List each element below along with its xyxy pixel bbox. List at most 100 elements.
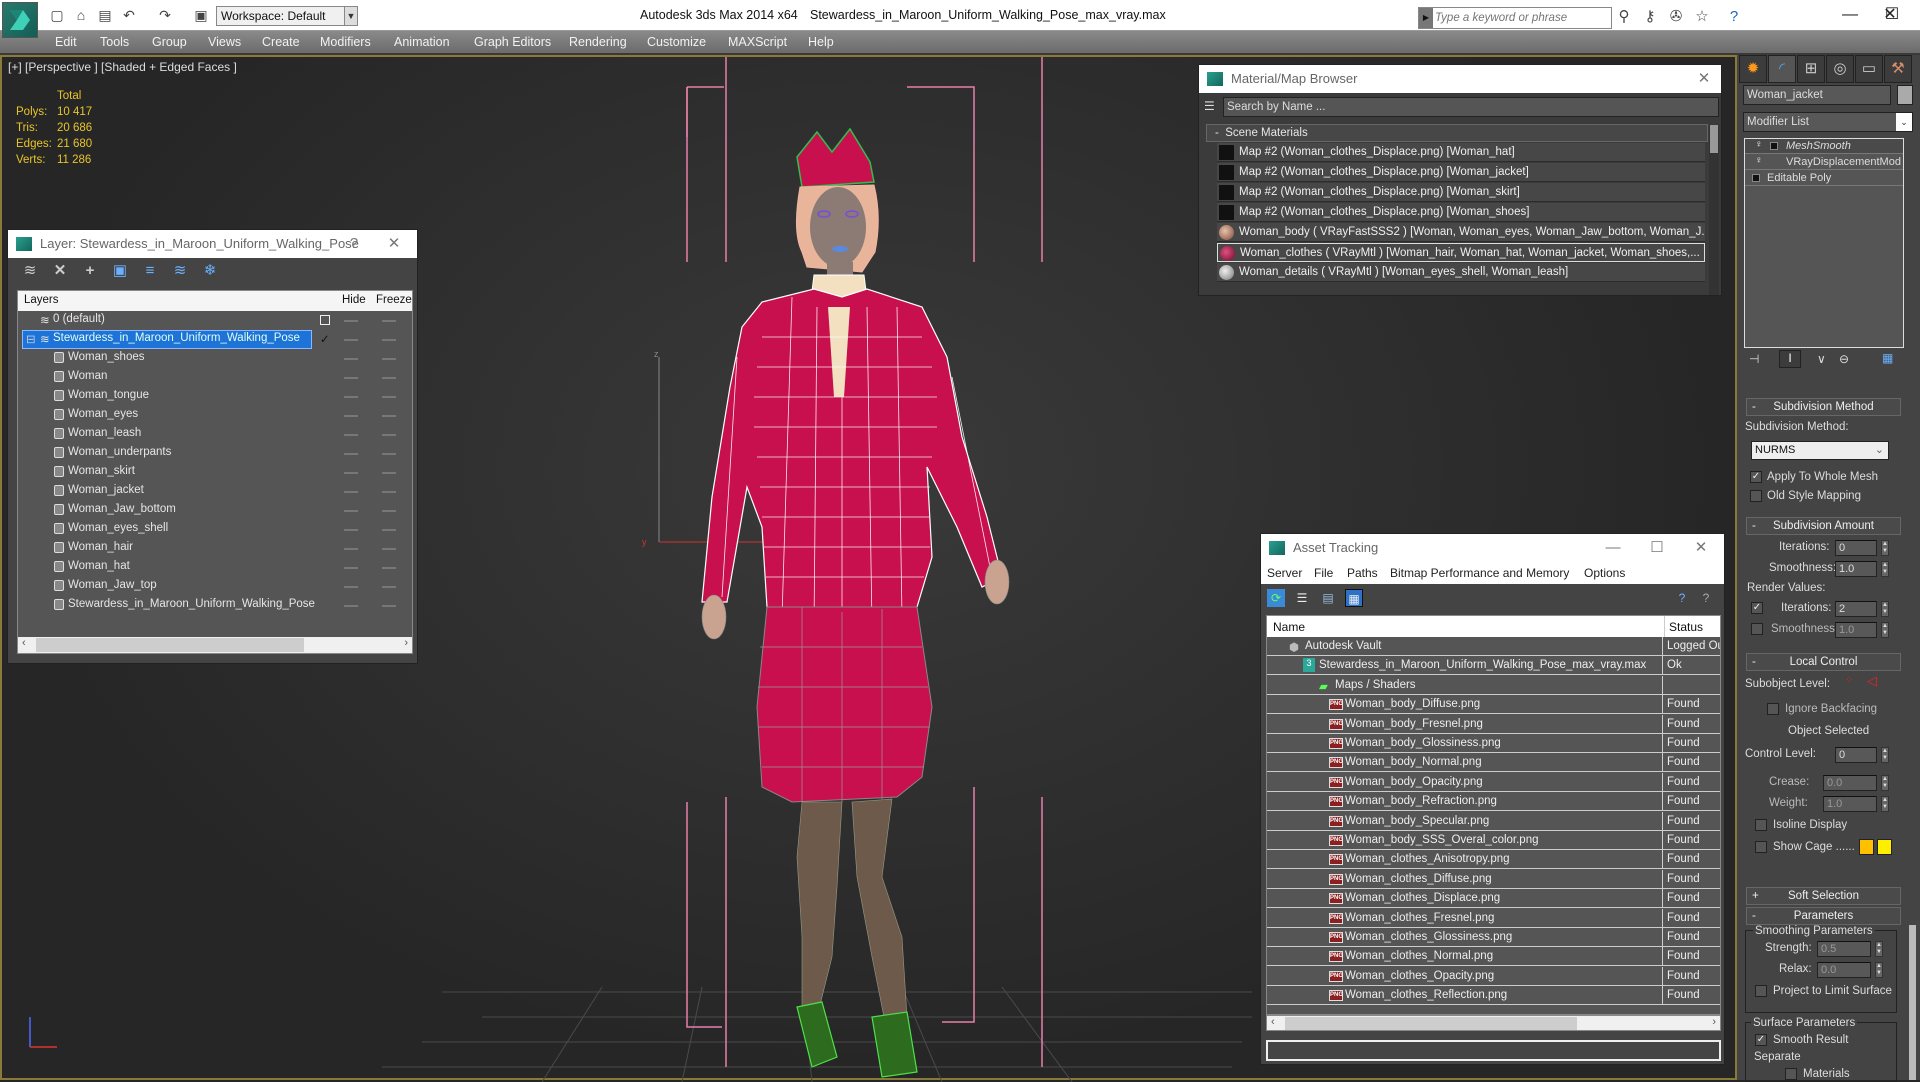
menu-options[interactable]: Options <box>1584 566 1625 580</box>
stack-item-vraydisplacement[interactable]: ♀ VRayDisplacementMod <box>1745 155 1903 170</box>
freeze-toggle[interactable] <box>382 548 396 550</box>
hide-toggle[interactable] <box>344 396 358 398</box>
menu-animation[interactable]: Animation <box>394 35 450 49</box>
asset-row[interactable]: PNG Woman_body_SSS_Overal_color.png Found <box>1267 831 1720 850</box>
old-style-mapping-checkbox[interactable] <box>1750 490 1762 502</box>
asset-tracking-titlebar[interactable]: Asset Tracking — ☐ ✕ <box>1261 534 1724 562</box>
current-layer-checkbox[interactable] <box>320 315 330 325</box>
stack-item-meshsmooth[interactable]: ♀ MeshSmooth <box>1745 139 1903 154</box>
project-limit-surface-checkbox[interactable] <box>1755 985 1767 997</box>
spinner-arrows-icon[interactable]: ▲ ▼ <box>1881 747 1889 763</box>
table-view-icon[interactable]: ▦ <box>1345 589 1363 607</box>
hide-toggle[interactable] <box>344 472 358 474</box>
expand-icon[interactable] <box>1752 174 1760 182</box>
minimize-button[interactable]: — <box>1600 534 1626 562</box>
refresh-icon[interactable]: ⟳ <box>1267 589 1285 607</box>
layer-object-row[interactable]: Woman_Jaw_top <box>18 577 412 596</box>
new-file-icon[interactable]: ▢ <box>48 7 66 23</box>
asset-row[interactable]: PNG Woman_body_Diffuse.png Found <box>1267 695 1720 715</box>
layer-row-default[interactable]: ≋ 0 (default) <box>18 311 412 330</box>
create-tab-icon[interactable]: ✹ <box>1739 55 1767 83</box>
close-button[interactable]: ✕ <box>1870 4 1910 26</box>
layer-object-row[interactable]: Woman_skirt <box>18 463 412 482</box>
menu-bitmap-performance[interactable]: Bitmap Performance and Memory <box>1390 566 1569 580</box>
edge-subobject-icon[interactable]: ◁ <box>1867 673 1877 689</box>
menu-tools[interactable]: Tools <box>100 35 129 49</box>
rollout-subdivision-amount[interactable]: - Subdivision Amount <box>1746 517 1901 535</box>
col-status[interactable]: Status <box>1669 620 1703 634</box>
layer-object-row[interactable]: Woman_eyes <box>18 406 412 425</box>
spinner-arrows-icon[interactable]: ▲ ▼ <box>1881 540 1889 556</box>
select-objects-icon[interactable]: ▣ <box>110 262 130 280</box>
vertex-subobject-icon[interactable]: ⁘ <box>1845 675 1853 686</box>
material-browser-titlebar[interactable]: Material/Map Browser ✕ <box>1199 65 1721 93</box>
asset-row[interactable]: 3 Stewardess_in_Maroon_Uniform_Walking_Po… <box>1267 656 1720 676</box>
hide-toggle[interactable] <box>344 434 358 436</box>
freeze-all-icon[interactable]: ❄ <box>200 262 220 280</box>
motion-tab-icon[interactable]: ◎ <box>1826 55 1854 83</box>
hide-toggle[interactable] <box>344 377 358 379</box>
freeze-toggle[interactable] <box>382 396 396 398</box>
menu-group[interactable]: Group <box>152 35 187 49</box>
hierarchy-tab-icon[interactable]: ⊞ <box>1797 55 1825 83</box>
col-divider[interactable] <box>1664 616 1665 637</box>
hide-toggle[interactable] <box>344 586 358 588</box>
asset-row[interactable]: PNG Woman_clothes_Displace.png Found <box>1267 889 1720 909</box>
separate-materials-checkbox[interactable] <box>1785 1068 1797 1080</box>
apply-whole-mesh-checkbox[interactable]: ✓ <box>1750 471 1762 483</box>
asset-row[interactable]: PNG Woman_clothes_Glossiness.png Found <box>1267 928 1720 947</box>
menu-create[interactable]: Create <box>262 35 300 49</box>
layer-object-row[interactable]: Woman <box>18 368 412 387</box>
spinner-arrows-icon[interactable]: ▲ ▼ <box>1881 561 1889 577</box>
hide-toggle[interactable] <box>344 548 358 550</box>
smoothness-spinner[interactable]: 1.0 <box>1835 561 1877 577</box>
render-smoothness-checkbox[interactable] <box>1751 623 1763 635</box>
spinner-arrows-icon[interactable]: ▲ ▼ <box>1881 796 1889 812</box>
scroll-right-icon[interactable]: › <box>1712 1016 1716 1028</box>
menu-server[interactable]: Server <box>1267 566 1302 580</box>
hide-toggle[interactable] <box>344 567 358 569</box>
crease-spinner[interactable]: 0.0 <box>1823 775 1877 791</box>
freeze-toggle[interactable] <box>382 472 396 474</box>
scroll-left-icon[interactable]: ‹ <box>1271 1016 1275 1028</box>
col-hide[interactable]: Hide <box>342 294 366 306</box>
scroll-right-icon[interactable]: › <box>404 637 408 649</box>
hide-toggle[interactable] <box>344 358 358 360</box>
help-icon[interactable]: ? <box>1724 8 1744 26</box>
subdivision-method-dropdown[interactable]: NURMS ⌄ <box>1751 441 1889 460</box>
asset-row[interactable]: PNG Woman_body_Specular.png Found <box>1267 811 1720 831</box>
hide-toggle[interactable] <box>344 415 358 417</box>
scene-materials-group[interactable]: - Scene Materials <box>1206 124 1708 142</box>
scrollbar-thumb[interactable] <box>1710 125 1718 153</box>
material-item[interactable]: Map #2 (Woman_clothes_Displace.png) [Wom… <box>1217 143 1705 162</box>
asset-row[interactable]: PNG Woman_clothes_Fresnel.png Found <box>1267 908 1720 928</box>
freeze-toggle[interactable] <box>382 586 396 588</box>
remove-modifier-icon[interactable]: ⊖ <box>1839 352 1849 366</box>
open-folder-icon[interactable]: ⌂ <box>72 7 90 23</box>
hide-all-icon[interactable]: ≋ <box>170 262 190 280</box>
hide-toggle[interactable] <box>344 605 358 607</box>
menu-modifiers[interactable]: Modifiers <box>320 35 371 49</box>
display-tab-icon[interactable]: ▭ <box>1855 55 1883 83</box>
spinner-arrows-icon[interactable]: ▲ ▼ <box>1875 962 1883 978</box>
asset-row[interactable]: ⬢ Autodesk Vault Logged Ou <box>1267 637 1720 656</box>
help-icon[interactable]: ? <box>1673 589 1691 607</box>
customize-quick-access-button[interactable]: ▼ <box>344 6 358 26</box>
spinner-arrows-icon[interactable]: ▲ ▼ <box>1881 622 1889 638</box>
strength-spinner[interactable]: 0.5 <box>1817 941 1871 957</box>
weight-spinner[interactable]: 1.0 <box>1823 796 1877 812</box>
hide-toggle[interactable] <box>344 491 358 493</box>
layer-object-row[interactable]: Woman_jacket <box>18 482 412 501</box>
scrollbar-thumb[interactable] <box>36 638 304 652</box>
menu-maxscript[interactable]: MAXScript <box>728 35 787 49</box>
tree-view-icon[interactable]: ▤ <box>1319 589 1337 607</box>
menu-graph-editors[interactable]: Graph Editors <box>474 35 551 49</box>
modify-tab-icon[interactable]: ◜ <box>1768 55 1796 83</box>
layer-object-row[interactable]: Woman_shoes <box>18 349 412 368</box>
minimize-button-2[interactable] <box>1762 4 1802 26</box>
freeze-toggle[interactable] <box>382 605 396 607</box>
smooth-result-checkbox[interactable]: ✓ <box>1755 1034 1767 1046</box>
asset-row[interactable]: PNG Woman_clothes_Normal.png Found <box>1267 947 1720 967</box>
utilities-tab-icon[interactable]: ⚒ <box>1884 55 1912 83</box>
asset-row[interactable]: PNG Woman_body_Normal.png Found <box>1267 753 1720 773</box>
